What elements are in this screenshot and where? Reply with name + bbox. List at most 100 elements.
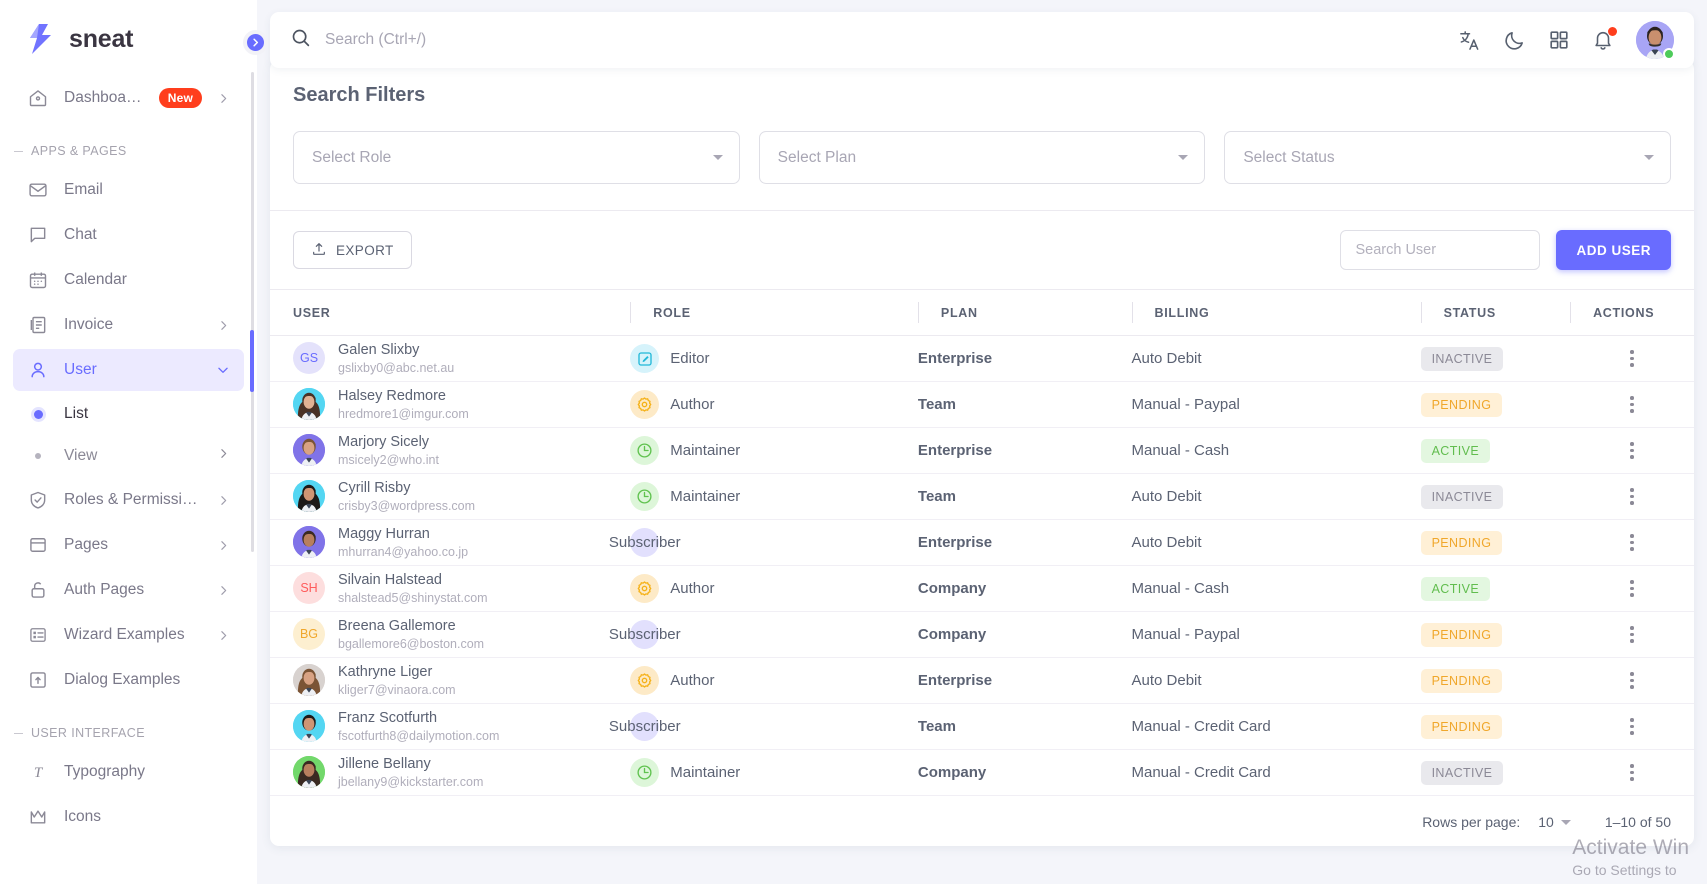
sidebar-collapse-button[interactable] — [243, 30, 268, 55]
row-actions-button[interactable] — [1570, 442, 1694, 459]
row-actions-button[interactable] — [1570, 396, 1694, 413]
cell-billing: Manual - Credit Card — [1131, 703, 1421, 750]
row-actions-button[interactable] — [1570, 764, 1694, 781]
sidebar-item-pages[interactable]: Pages — [13, 524, 244, 566]
status-badge: PENDING — [1420, 668, 1503, 693]
sidebar-scrollbar-track[interactable] — [251, 72, 254, 552]
chevron-right-icon — [217, 629, 230, 642]
cell-billing: Auto Debit — [1131, 473, 1421, 520]
sidebar-item-label: Roles & Permissio... — [64, 491, 202, 508]
cell-plan: Enterprise — [917, 335, 1132, 382]
table-row[interactable]: Cyrill Risby crisby3@wordpress.com Maintai… — [270, 473, 1694, 520]
new-badge: New — [158, 88, 202, 108]
chat-bubble-icon — [27, 224, 49, 246]
column-header-status[interactable]: STATUS — [1420, 289, 1571, 336]
row-actions-button[interactable] — [1570, 626, 1694, 643]
row-actions-button[interactable] — [1570, 718, 1694, 735]
column-header-billing[interactable]: BILLING — [1131, 289, 1421, 336]
sidebar-item-typography[interactable]: T Typography — [13, 751, 244, 793]
cell-plan: Team — [917, 473, 1132, 520]
cell-status: ACTIVE — [1420, 565, 1571, 612]
add-user-button[interactable]: ADD USER — [1556, 230, 1671, 270]
typography-icon: T — [27, 761, 49, 783]
grid-apps-icon[interactable] — [1548, 29, 1570, 51]
row-actions-button[interactable] — [1570, 672, 1694, 689]
search-input[interactable] — [325, 31, 745, 49]
cell-role: Author — [630, 657, 918, 704]
avatar-initials: BG — [299, 627, 319, 642]
column-header-plan[interactable]: PLAN — [917, 289, 1132, 336]
table-row[interactable]: Jillene Bellany jbellany9@kickstarter.com… — [270, 749, 1694, 796]
plan-label: Enterprise — [917, 672, 993, 689]
svg-text:T: T — [34, 765, 44, 781]
cell-plan: Team — [917, 703, 1132, 750]
user-name: Silvain Halstead — [338, 572, 442, 589]
cell-actions — [1570, 657, 1694, 704]
online-status-indicator — [1663, 48, 1675, 60]
app-root: sneat Dashboards New APPS & PAGES Email … — [0, 0, 1707, 884]
sidebar-item-dashboards[interactable]: Dashboards New — [13, 77, 244, 119]
table-row[interactable]: Franz Scotfurth fscotfurth8@dailymotion.c… — [270, 703, 1694, 750]
table-row[interactable]: Maggy Hurran mhurran4@yahoo.co.jp Subscrib… — [270, 519, 1694, 566]
sidebar-item-dialog-examples[interactable]: Dialog Examples — [13, 659, 244, 701]
avatar: SH — [293, 572, 325, 605]
search-user-input[interactable] — [1340, 230, 1541, 270]
sidebar-item-user[interactable]: User — [13, 349, 244, 391]
user-name: Breena Gallemore — [338, 618, 456, 635]
select-plan[interactable]: Select Plan — [758, 131, 1206, 184]
chevron-right-icon — [217, 539, 230, 552]
user-icon — [27, 359, 49, 381]
select-status[interactable]: Select Status — [1224, 131, 1672, 184]
sidebar-item-auth-pages[interactable]: Auth Pages — [13, 569, 244, 611]
select-role[interactable]: Select Role — [293, 131, 740, 184]
cell-role: Maintainer — [630, 749, 918, 796]
row-actions-button[interactable] — [1570, 488, 1694, 505]
row-actions-button[interactable] — [1570, 534, 1694, 551]
table-row[interactable]: Kathryne Liger kliger7@vinaora.com Author E… — [270, 657, 1694, 704]
sidebar-scrollbar-thumb[interactable] — [250, 330, 254, 392]
status-badge: PENDING — [1420, 714, 1503, 739]
sidebar-item-label: Dashboards — [64, 89, 144, 106]
bullet-icon — [27, 409, 49, 419]
sidebar-item-calendar[interactable]: Calendar — [13, 259, 244, 301]
author-icon — [630, 390, 660, 419]
row-actions-button[interactable] — [1570, 350, 1694, 367]
table-row[interactable]: SH Silvain Halstead shalstead5@shinystat.c… — [270, 565, 1694, 612]
table-row[interactable]: BG Breena Gallemore bgallemore6@boston.com… — [270, 611, 1694, 658]
chevron-right-icon — [217, 584, 230, 597]
sidebar-item-invoice[interactable]: Invoice — [13, 304, 244, 346]
avatar[interactable] — [1636, 21, 1675, 60]
column-header-role[interactable]: ROLE — [630, 289, 918, 336]
sidebar-item-list[interactable]: List — [13, 394, 244, 434]
sidebar-item-wizard-examples[interactable]: Wizard Examples — [13, 614, 244, 656]
calendar-icon — [27, 269, 49, 291]
cell-actions — [1570, 519, 1694, 566]
sidebar-item-chat[interactable]: Chat — [13, 214, 244, 256]
column-header-user[interactable]: USER — [270, 289, 631, 336]
column-header-actions[interactable]: ACTIONS — [1570, 289, 1694, 336]
table-row[interactable]: Halsey Redmore hredmore1@imgur.com Author T… — [270, 381, 1694, 428]
cell-plan: Enterprise — [917, 657, 1132, 704]
moon-icon[interactable] — [1503, 29, 1526, 52]
sidebar-item-email[interactable]: Email — [13, 169, 244, 211]
home-icon — [27, 87, 49, 109]
user-email: crisby3@wordpress.com — [338, 498, 476, 513]
avatar: GS — [293, 342, 325, 375]
sidebar-item-label: View — [64, 447, 98, 464]
table-row[interactable]: Marjory Sicely msicely2@who.int Maintainer… — [270, 427, 1694, 474]
select-status-label: Select Status — [1243, 148, 1335, 166]
status-badge: INACTIVE — [1420, 760, 1504, 785]
sidebar-item-roles-permissions[interactable]: Roles & Permissio... — [13, 479, 244, 521]
sidebar-item-view[interactable]: View — [13, 436, 244, 476]
row-actions-button[interactable] — [1570, 580, 1694, 597]
table-row[interactable]: GS Galen Slixby gslixby0@abc.net.au Editor E… — [270, 335, 1694, 382]
sidebar-item-icons[interactable]: Icons — [13, 796, 244, 838]
sidebar-section-user-interface: USER INTERFACE — [0, 704, 257, 748]
cell-user: Halsey Redmore hredmore1@imgur.com — [270, 381, 631, 428]
brand[interactable]: sneat — [0, 0, 257, 70]
rows-per-page-select[interactable]: 10 — [1538, 814, 1571, 830]
bell-icon[interactable] — [1592, 27, 1617, 51]
global-search[interactable] — [290, 27, 1458, 53]
translate-icon[interactable] — [1458, 29, 1481, 52]
export-button[interactable]: EXPORT — [293, 231, 412, 269]
